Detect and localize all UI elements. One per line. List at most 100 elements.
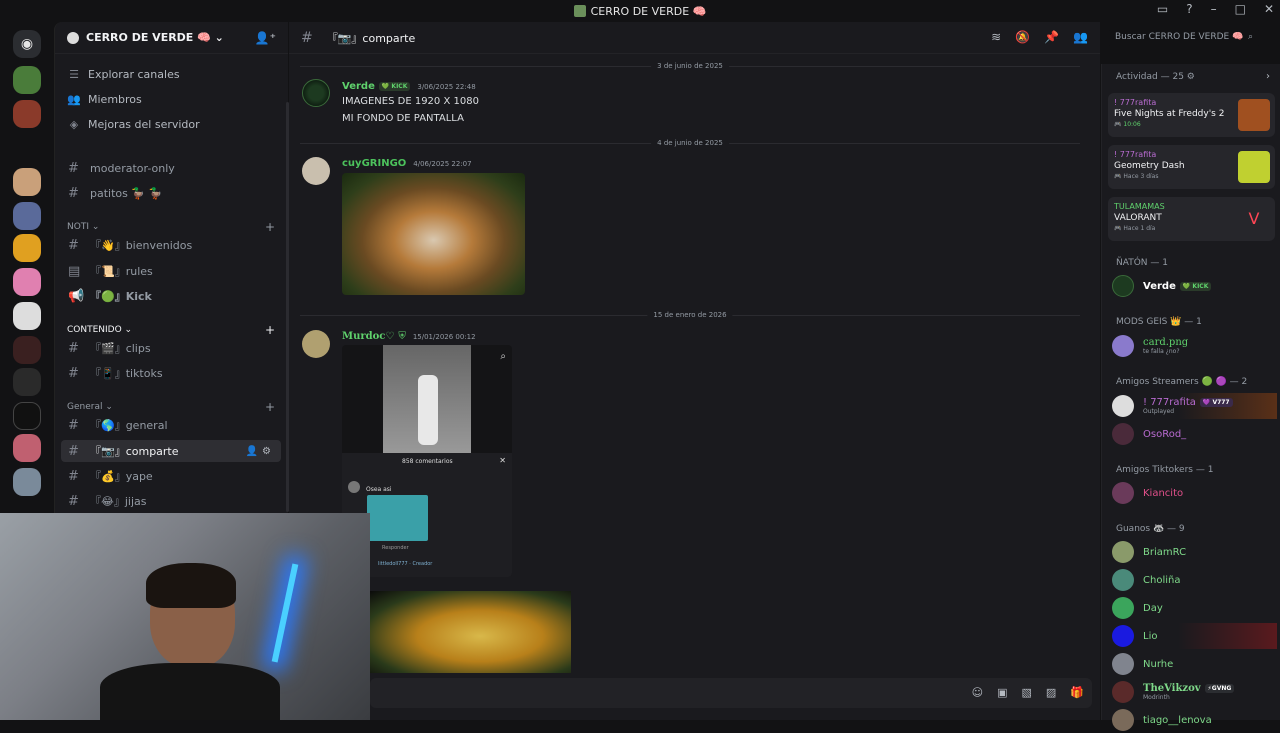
- add-channel-icon[interactable]: +: [265, 220, 275, 234]
- channel-rules[interactable]: ▤ 『📜』rules: [61, 260, 281, 282]
- server-icon-2[interactable]: [13, 100, 41, 128]
- member-item[interactable]: ! 777rafita 💜 V777 Outplayed: [1112, 393, 1277, 419]
- server-icon-3[interactable]: [13, 168, 41, 196]
- server-icon-5[interactable]: [13, 234, 41, 262]
- kick-badge: 💚 KICK: [378, 82, 411, 91]
- channel-label: patitos 🦆 🦆: [90, 186, 163, 200]
- member-item[interactable]: Nurhe: [1112, 651, 1277, 677]
- nav-explore-channels[interactable]: ☰ Explorar canales: [67, 68, 180, 81]
- home-button[interactable]: ◉: [13, 30, 41, 58]
- gift-icon[interactable]: 🎁: [1070, 686, 1084, 699]
- avatar: [1112, 625, 1134, 647]
- member-item[interactable]: Lio: [1112, 623, 1277, 649]
- channel-comparte[interactable]: # 『📷』comparte 👤⚙: [61, 440, 281, 462]
- category-label: NOTI ⌄: [67, 222, 100, 232]
- category-general[interactable]: General ⌄ +: [67, 400, 275, 414]
- author-name[interactable]: Murdoc♡: [342, 331, 394, 342]
- channel-patitos[interactable]: # patitos 🦆 🦆: [61, 182, 281, 204]
- member-item[interactable]: Kiancito: [1112, 480, 1277, 506]
- add-channel-icon[interactable]: +: [265, 400, 275, 414]
- video-thumbnail[interactable]: [369, 591, 571, 673]
- channel-general[interactable]: # 『🌎』general: [61, 414, 281, 436]
- member-item[interactable]: Verde 💚 KICK: [1112, 273, 1277, 299]
- close-icon[interactable]: ✕: [499, 456, 506, 465]
- channel-yape[interactable]: # 『💰』yape: [61, 465, 281, 487]
- chevron-right-icon[interactable]: ›: [1266, 71, 1270, 82]
- activity-card[interactable]: ! 777rafita Five Nights at Freddy's 2 🎮 …: [1108, 93, 1275, 137]
- nav-server-boosts[interactable]: ◈ Mejoras del servidor: [67, 118, 200, 131]
- author-name[interactable]: Verde: [342, 81, 375, 92]
- server-icon-12[interactable]: [13, 468, 41, 496]
- category-contenido[interactable]: CONTENIDO ⌄ +: [67, 323, 275, 337]
- nav-label: Miembros: [88, 93, 142, 106]
- member-item[interactable]: TheVikzov ⚡GVNG Modrinth: [1112, 679, 1277, 705]
- member-status: Modrinth: [1143, 694, 1170, 701]
- channel-moderator-only[interactable]: # moderator-only: [61, 157, 281, 179]
- member-item[interactable]: tiago__lenova: [1112, 707, 1277, 733]
- activity-card[interactable]: ! 777rafita Geometry Dash 🎮 Hace 3 días: [1108, 145, 1275, 189]
- zoom-icon[interactable]: ⌕: [500, 351, 506, 362]
- activity-card[interactable]: TULAMAMAS VALORANT 🎮 Hace 1 día V: [1108, 197, 1275, 241]
- channel-tiktoks[interactable]: # 『📱』tiktoks: [61, 362, 281, 384]
- emoji-icon[interactable]: ☺: [972, 686, 983, 699]
- avatar: [1112, 541, 1134, 563]
- member-item[interactable]: OsoRod_: [1112, 421, 1277, 447]
- channel-kick[interactable]: 📢 『🟢』Kick: [61, 285, 281, 307]
- reply-link[interactable]: Responder: [382, 545, 409, 551]
- channel-settings-icons[interactable]: 👤⚙: [246, 446, 275, 457]
- mute-icon[interactable]: 🔕: [1015, 30, 1030, 44]
- comments-count: 858 comentarios: [402, 458, 453, 465]
- channel-label: 『👋』bienvenidos: [90, 239, 193, 252]
- hash-icon: #: [68, 443, 79, 459]
- avatar[interactable]: [302, 157, 330, 185]
- member-item[interactable]: Day: [1112, 595, 1277, 621]
- threads-icon[interactable]: ≋: [991, 30, 1001, 44]
- channel-clips[interactable]: # 『🎬』clips: [61, 337, 281, 359]
- category-noti[interactable]: NOTI ⌄ +: [67, 220, 275, 234]
- add-channel-icon[interactable]: +: [265, 323, 275, 337]
- message-composer[interactable]: ☺ ▣ ▧ ▨ 🎁: [370, 678, 1092, 708]
- hash-icon: #: [68, 185, 79, 201]
- hash-icon: #: [68, 160, 79, 176]
- server-icon-6[interactable]: [13, 268, 41, 296]
- channel-bienvenidos[interactable]: # 『👋』bienvenidos: [61, 234, 281, 256]
- nav-members[interactable]: 👥 Miembros: [67, 93, 142, 106]
- server-header[interactable]: CERRO DE VERDE 🧠 ⌄ 👤⁺: [55, 22, 288, 54]
- category-label: General ⌄: [67, 402, 113, 412]
- server-icon-8[interactable]: [13, 336, 41, 364]
- gif-icon[interactable]: ▣: [997, 686, 1007, 699]
- search-input[interactable]: Buscar CERRO DE VERDE 🧠 ⌕: [1109, 28, 1259, 48]
- server-icon-4[interactable]: [13, 202, 41, 230]
- server-icon-11[interactable]: [13, 434, 41, 462]
- member-list-icon[interactable]: 👥: [1073, 30, 1088, 44]
- image-icon[interactable]: ▨: [1046, 686, 1056, 699]
- invite-icon[interactable]: 👤⁺: [255, 31, 276, 45]
- channel-label: moderator-only: [90, 161, 175, 175]
- avatar[interactable]: [302, 330, 330, 358]
- avatar[interactable]: [302, 79, 330, 107]
- author-name[interactable]: cuyGRINGO: [342, 158, 406, 169]
- sticker-icon[interactable]: ▧: [1021, 686, 1031, 699]
- streamer-hair: [146, 563, 236, 608]
- maximize-button[interactable]: □: [1235, 2, 1246, 16]
- member-group-header: Guanos 🦝 — 9: [1116, 524, 1185, 534]
- activity-header[interactable]: Actividad — 25 ⚙: [1116, 72, 1195, 82]
- member-item[interactable]: Choliña: [1112, 567, 1277, 593]
- message-header: Murdoc♡ ⛨ 15/01/2026 00:12: [342, 331, 476, 342]
- pin-icon[interactable]: 📌: [1044, 30, 1059, 44]
- webcam-overlay: [0, 513, 370, 720]
- member-item[interactable]: card.png te falla ¿no?: [1112, 333, 1277, 359]
- message-line: IMAGENES DE 1920 X 1080: [342, 96, 479, 107]
- server-icon-cerro[interactable]: [13, 66, 41, 94]
- minimize-button[interactable]: –: [1211, 2, 1217, 16]
- server-icon-9[interactable]: [13, 368, 41, 396]
- server-icon-10[interactable]: [13, 402, 41, 430]
- close-button[interactable]: ✕: [1264, 2, 1274, 16]
- inbox-icon[interactable]: ▭: [1157, 2, 1168, 16]
- help-icon[interactable]: ?: [1186, 2, 1192, 16]
- channel-jijas[interactable]: # 『😂』jijas: [61, 490, 281, 512]
- guinea-pig-image[interactable]: [342, 173, 525, 295]
- server-icon-7[interactable]: [13, 302, 41, 330]
- channel-label: 『📜』rules: [90, 265, 153, 278]
- member-item[interactable]: BriamRC: [1112, 539, 1277, 565]
